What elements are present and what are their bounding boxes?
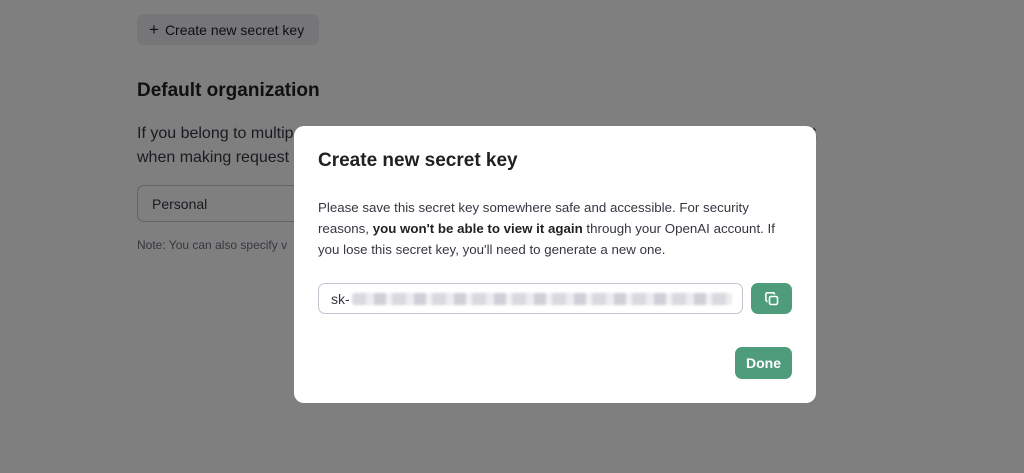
secret-key-redacted bbox=[351, 292, 732, 305]
dialog-message-bold: you won't be able to view it again bbox=[372, 221, 583, 236]
secret-key-prefix: sk- bbox=[331, 290, 350, 307]
copy-key-button[interactable] bbox=[751, 283, 792, 314]
done-button[interactable]: Done bbox=[735, 347, 792, 379]
copy-icon bbox=[764, 291, 778, 305]
dialog-message: Please save this secret key somewhere sa… bbox=[318, 197, 796, 260]
secret-key-field[interactable]: sk- bbox=[318, 283, 743, 314]
dialog-title: Create new secret key bbox=[318, 150, 518, 171]
create-secret-key-dialog: Create new secret key Please save this s… bbox=[294, 126, 816, 403]
